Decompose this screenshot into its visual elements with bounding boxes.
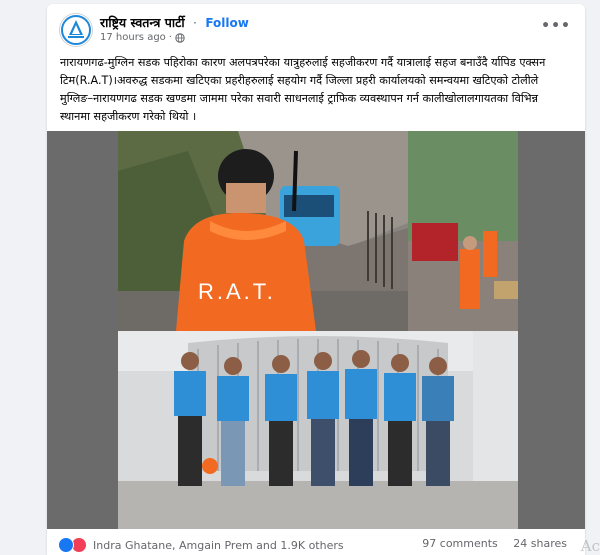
post-footer: Indra Ghatane, Amgain Prem and 1.9K othe… bbox=[47, 531, 585, 555]
post-meta: 17 hours ago · bbox=[100, 32, 185, 43]
reactions-summary[interactable]: Indra Ghatane, Amgain Prem and 1.9K othe… bbox=[58, 537, 344, 553]
photo-landslide[interactable]: R.A.T. bbox=[118, 131, 518, 331]
photo-team[interactable] bbox=[118, 331, 518, 529]
meta-separator: · bbox=[168, 32, 172, 43]
comments-count[interactable]: 97 comments bbox=[422, 537, 498, 550]
page-avatar[interactable] bbox=[59, 13, 93, 47]
more-icon[interactable]: ••• bbox=[541, 18, 571, 34]
like-reaction-icon bbox=[58, 537, 74, 553]
reaction-names[interactable]: Indra Ghatane, Amgain Prem and 1.9K othe… bbox=[93, 539, 344, 552]
post-time[interactable]: 17 hours ago bbox=[100, 32, 166, 43]
post-media[interactable]: R.A.T. bbox=[47, 131, 585, 529]
post-header: राष्ट्रिय स्वतन्त्र पार्टी · Follow 17 h… bbox=[47, 4, 585, 50]
page-name[interactable]: राष्ट्रिय स्वतन्त्र पार्टी bbox=[100, 15, 185, 30]
page-name-row: राष्ट्रिय स्वतन्त्र पार्टी · Follow bbox=[100, 14, 249, 31]
follow-button[interactable]: Follow bbox=[205, 16, 249, 30]
engagement-counts: 97 comments 24 shares bbox=[410, 537, 567, 550]
vest-text: R.A.T. bbox=[198, 279, 276, 304]
post-card: राष्ट्रिय स्वतन्त्र पार्टी · Follow 17 h… bbox=[47, 4, 585, 555]
follow-separator: · bbox=[192, 15, 197, 30]
shares-count[interactable]: 24 shares bbox=[513, 537, 567, 550]
post-text: नारायणगढ-मुग्लिन सडक पहिरोका कारण अलपत्र… bbox=[60, 56, 546, 123]
activate-watermark: Act bbox=[580, 537, 600, 555]
party-logo-icon bbox=[61, 15, 91, 45]
globe-icon bbox=[175, 32, 185, 43]
